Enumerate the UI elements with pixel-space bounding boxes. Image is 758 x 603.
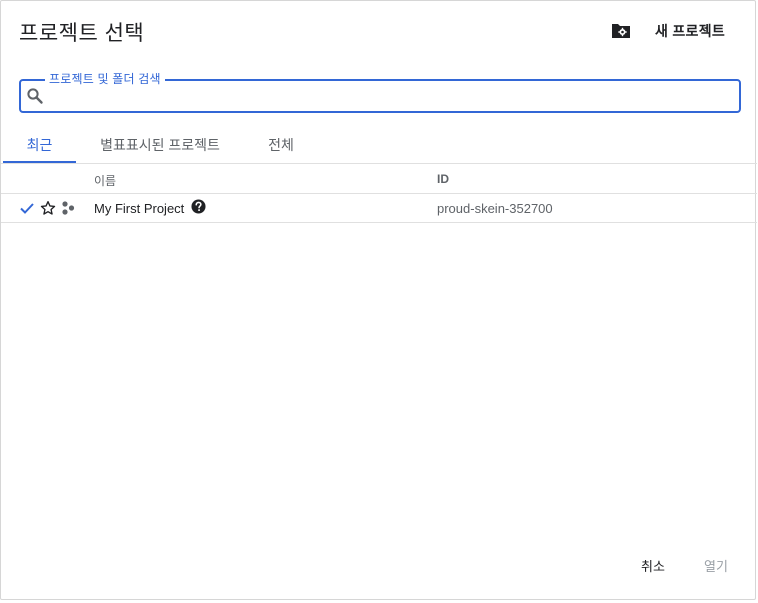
- project-id: proud-skein-352700: [437, 200, 553, 216]
- new-project-label: 새 프로젝트: [655, 23, 726, 39]
- project-name-cell: My First Project: [94, 194, 206, 222]
- project-picker-dialog: 프로젝트 선택 새 프로젝트 프로젝트 및 폴더 검색 최근 별표표시된 프로젝…: [0, 0, 757, 600]
- dialog-title: 프로젝트 선택: [19, 22, 145, 45]
- organization-icon: [60, 194, 76, 222]
- help-circle-icon[interactable]: [191, 199, 206, 217]
- search-input[interactable]: [51, 84, 735, 110]
- project-name: My First Project: [94, 200, 185, 216]
- search-field[interactable]: 프로젝트 및 폴더 검색: [19, 70, 741, 113]
- tab-bar: 최근 별표표시된 프로젝트 전체: [1, 127, 757, 163]
- column-header-name: 이름: [94, 174, 117, 188]
- column-header-id: ID: [437, 172, 449, 186]
- tab-starred[interactable]: 별표표시된 프로젝트: [86, 127, 234, 163]
- check-icon: [19, 194, 35, 222]
- star-outline-icon[interactable]: [40, 194, 56, 222]
- table-header: 이름 ID: [1, 164, 757, 194]
- tab-all[interactable]: 전체: [251, 127, 311, 163]
- open-button[interactable]: 열기: [704, 556, 728, 575]
- table-row[interactable]: My First Project proud-skein-352700: [1, 194, 757, 223]
- folder-gear-icon: [609, 19, 633, 43]
- tab-recent[interactable]: 최근: [3, 127, 76, 163]
- new-project-button[interactable]: 새 프로젝트: [609, 19, 725, 43]
- cancel-button[interactable]: 취소: [641, 556, 665, 575]
- search-icon: [26, 87, 44, 105]
